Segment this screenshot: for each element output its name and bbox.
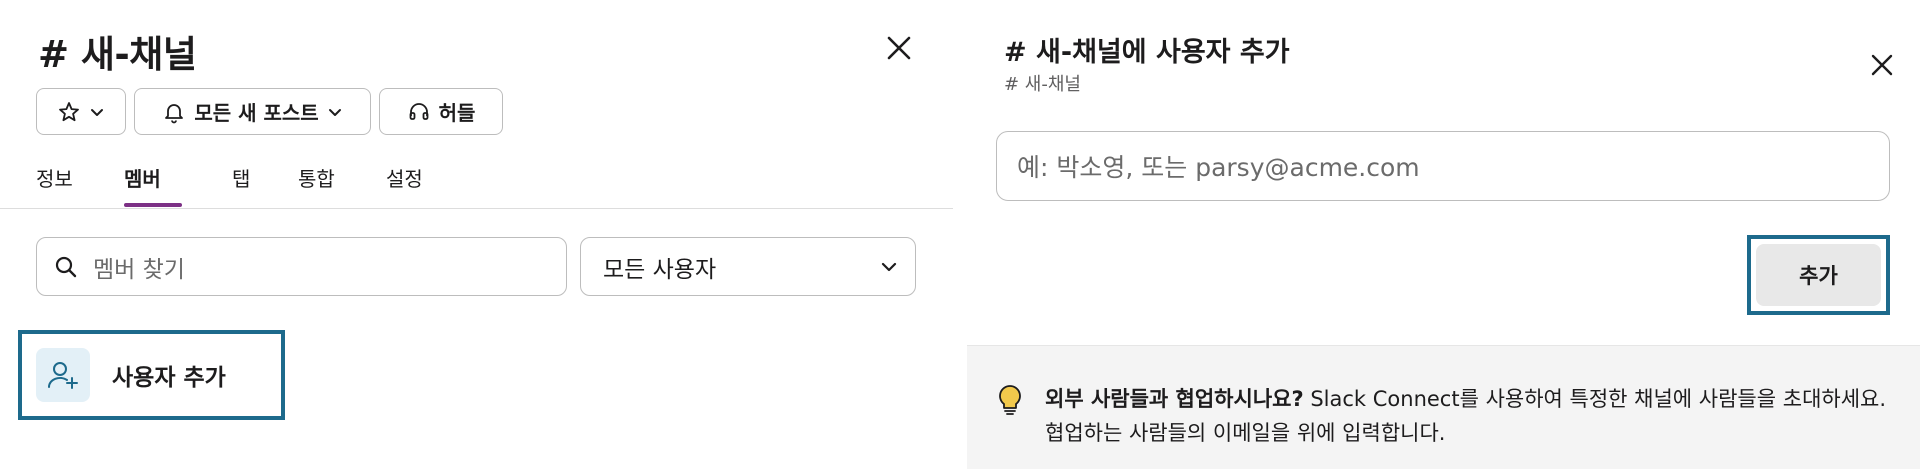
notifications-button[interactable]: 모든 새 포스트 bbox=[134, 88, 371, 135]
user-input-placeholder: 예: 박소영, 또는 parsy@acme.com bbox=[1017, 153, 1420, 182]
tab-integrations[interactable]: 통합 bbox=[298, 163, 386, 209]
info-text: 외부 사람들과 협업하시나요? Slack Connect를 사용하여 특정한 … bbox=[1045, 382, 1900, 450]
tabs-divider bbox=[0, 208, 953, 209]
close-icon[interactable] bbox=[1867, 50, 1897, 80]
add-button[interactable]: 추가 bbox=[1756, 244, 1881, 306]
headphones-icon bbox=[407, 100, 431, 124]
user-filter-select[interactable]: 모든 사용자 bbox=[580, 237, 916, 296]
bell-icon bbox=[162, 100, 186, 124]
modal-title: # 새-채널에 사용자 추가 bbox=[1004, 37, 1290, 68]
channel-title: # 새-채널 bbox=[38, 33, 197, 76]
add-button-highlight: 추가 bbox=[1747, 235, 1890, 315]
add-person-icon bbox=[36, 348, 90, 402]
panel-gap bbox=[953, 0, 967, 469]
huddle-label: 허들 bbox=[438, 101, 476, 125]
add-user-button[interactable]: 사용자 추가 bbox=[18, 330, 285, 420]
user-filter-value: 모든 사용자 bbox=[603, 256, 717, 283]
add-user-label: 사용자 추가 bbox=[112, 365, 226, 391]
tab-settings[interactable]: 설정 bbox=[386, 163, 466, 209]
huddle-button[interactable]: 허들 bbox=[379, 88, 503, 135]
chevron-down-icon bbox=[89, 104, 105, 120]
notifications-label: 모든 새 포스트 bbox=[194, 101, 319, 125]
channel-tabs: 정보 멤버 탭 통합 설정 bbox=[36, 163, 466, 209]
slack-connect-info: 외부 사람들과 협업하시나요? Slack Connect를 사용하여 특정한 … bbox=[967, 345, 1920, 469]
tab-tabs[interactable]: 탭 bbox=[232, 163, 298, 209]
modal-subtitle: # 새-채널 bbox=[1004, 74, 1081, 95]
info-bold: 외부 사람들과 협업하시나요? bbox=[1045, 387, 1304, 411]
user-search-input[interactable]: 예: 박소영, 또는 parsy@acme.com bbox=[996, 131, 1890, 201]
channel-details-panel: # 새-채널 모든 새 포스트 허들 정보 멤버 탭 통합 설정 멤버 찾기 모… bbox=[0, 0, 953, 469]
star-icon bbox=[57, 100, 81, 124]
search-icon bbox=[53, 254, 79, 280]
chevron-down-icon bbox=[879, 257, 899, 277]
star-button[interactable] bbox=[36, 88, 126, 135]
close-icon[interactable] bbox=[883, 32, 915, 64]
tab-info[interactable]: 정보 bbox=[36, 163, 124, 209]
channel-toolbar: 모든 새 포스트 허들 bbox=[36, 88, 503, 135]
add-user-modal: # 새-채널에 사용자 추가 # 새-채널 예: 박소영, 또는 parsy@a… bbox=[967, 0, 1920, 469]
tab-members[interactable]: 멤버 bbox=[124, 163, 232, 209]
lightbulb-icon bbox=[997, 384, 1023, 420]
member-search-input[interactable]: 멤버 찾기 bbox=[36, 237, 567, 296]
search-placeholder: 멤버 찾기 bbox=[93, 256, 185, 283]
chevron-down-icon bbox=[327, 104, 343, 120]
